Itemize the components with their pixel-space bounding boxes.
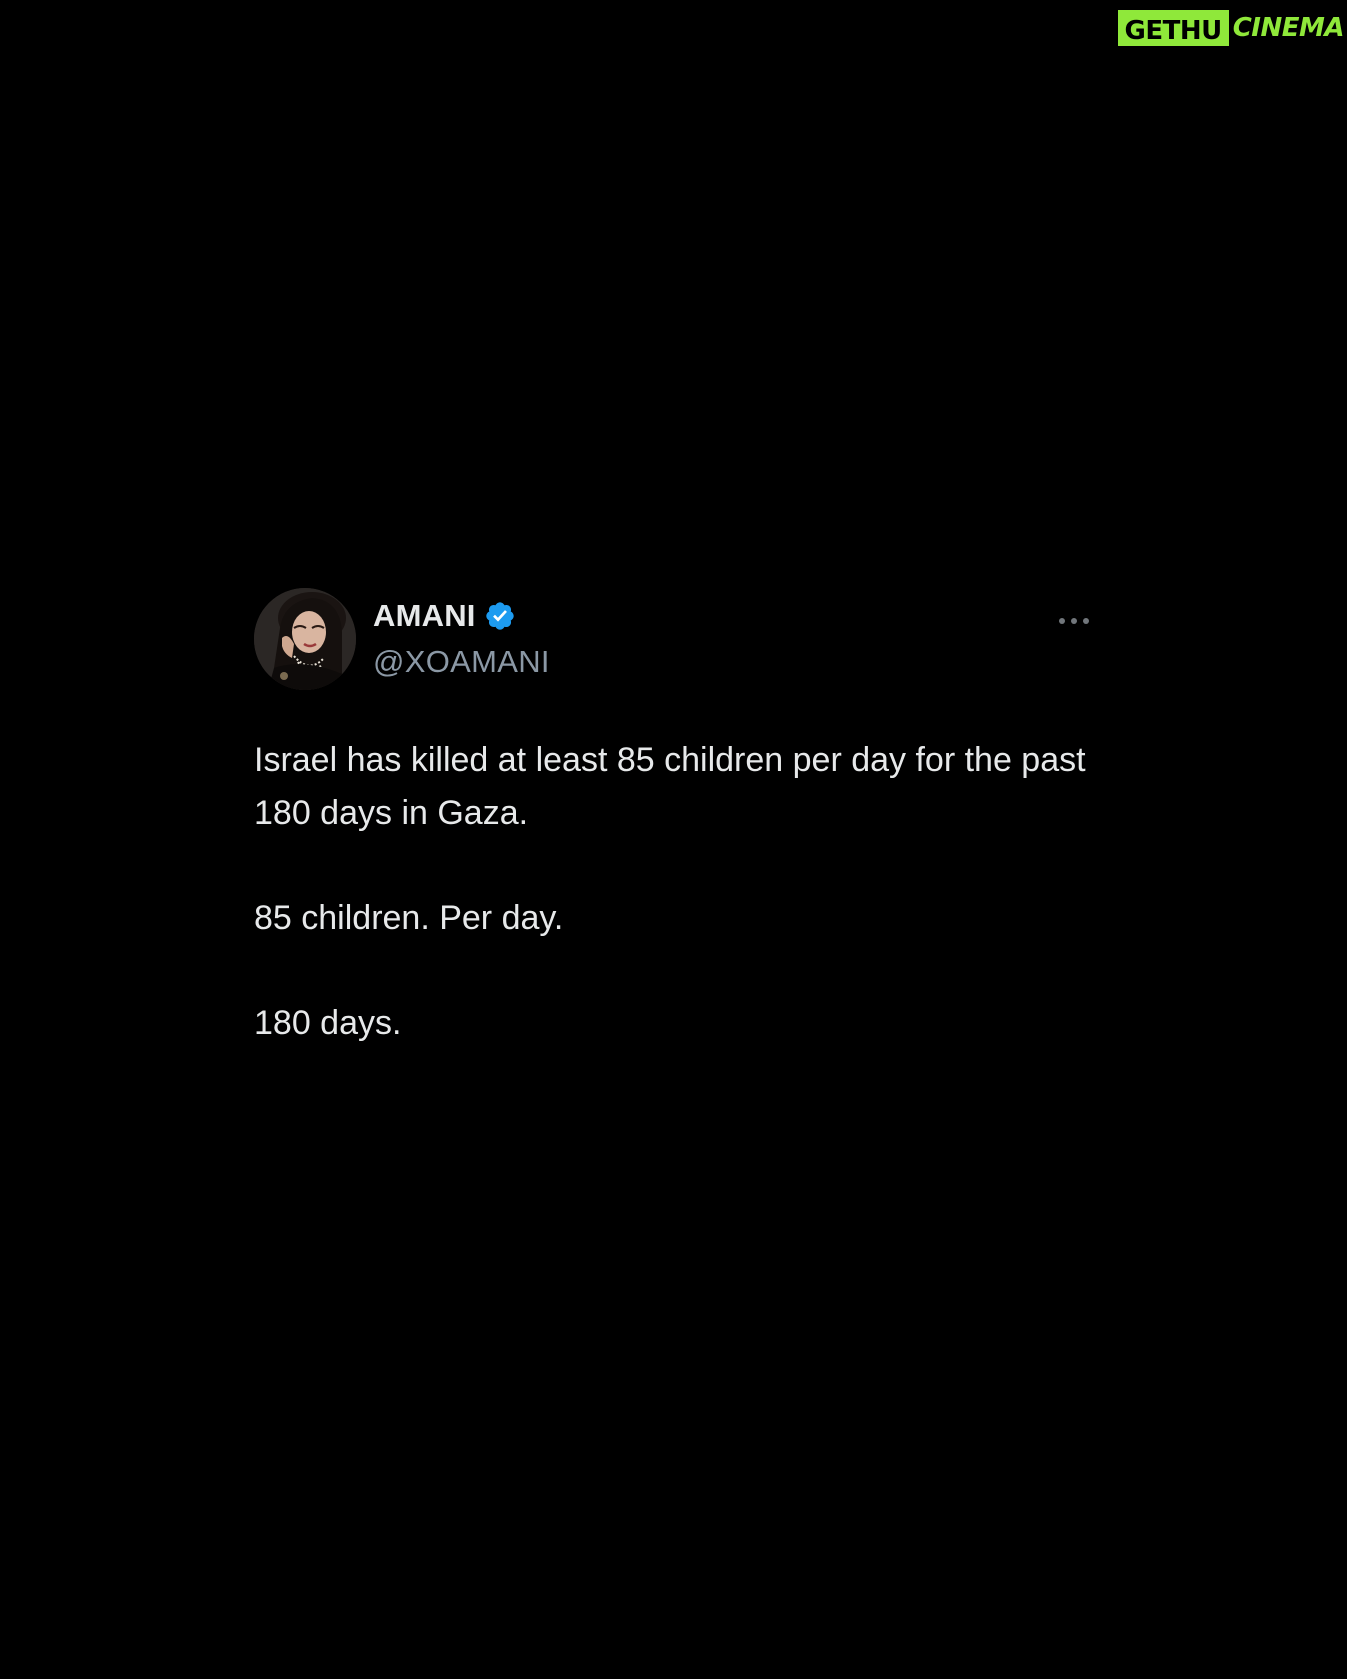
avatar[interactable]: [254, 588, 356, 690]
watermark-logo: GETHU CINEMA: [1117, 10, 1345, 46]
tweet-paragraph: Israel has killed at least 85 children p…: [254, 741, 1086, 832]
watermark-text-right: CINEMA: [1232, 13, 1345, 43]
tweet-header: AMANI @XOAMANI: [254, 588, 1094, 692]
tweet-paragraph: 180 days.: [254, 1004, 402, 1042]
tweet-card: AMANI @XOAMANI Israel has killed at leas…: [254, 588, 1094, 1050]
tweet-paragraph: 85 children. Per day.: [254, 899, 564, 937]
verified-badge-icon: [484, 600, 516, 632]
name-row: AMANI: [373, 598, 516, 634]
tweet-body: Israel has killed at least 85 children p…: [254, 734, 1094, 1050]
display-name[interactable]: AMANI: [373, 598, 476, 634]
user-handle[interactable]: @XOAMANI: [373, 644, 550, 680]
more-options-icon[interactable]: [1057, 614, 1091, 626]
watermark-text-left: GETHU: [1117, 10, 1229, 46]
